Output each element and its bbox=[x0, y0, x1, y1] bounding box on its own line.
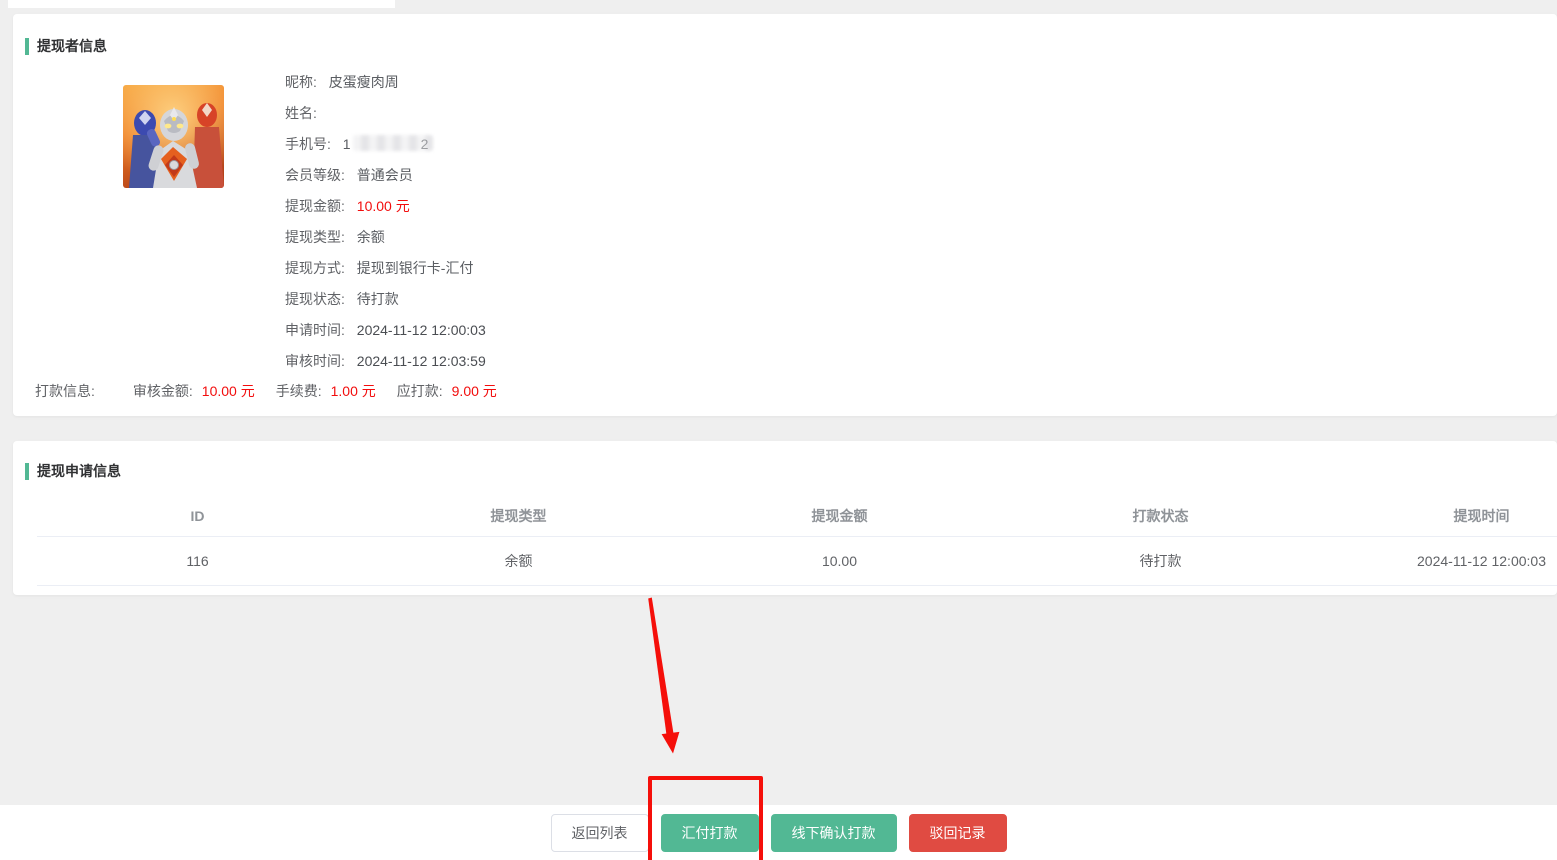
field-withdraw-amount: 提现金额: 10.00 元 bbox=[285, 191, 486, 222]
table-row: 116 余额 10.00 待打款 2024-11-12 12:00:03 bbox=[37, 537, 1557, 586]
withdraw-application-table: ID 提现类型 提现金额 打款状态 提现时间 116 余额 10.00 待打款 … bbox=[37, 495, 1557, 586]
col-header-status: 打款状态 bbox=[1000, 495, 1321, 536]
top-edge-strip bbox=[8, 0, 395, 8]
section-marker-bar bbox=[25, 463, 29, 480]
footer-action-bar: 返回列表 汇付打款 线下确认打款 驳回记录 bbox=[0, 805, 1557, 860]
section-title: 提现者信息 bbox=[37, 36, 107, 56]
cell-time: 2024-11-12 12:00:03 bbox=[1321, 537, 1557, 585]
section-title: 提现申请信息 bbox=[37, 461, 121, 481]
field-withdraw-status: 提现状态: 待打款 bbox=[285, 284, 486, 315]
section-marker-bar bbox=[25, 38, 29, 55]
cell-type: 余额 bbox=[358, 537, 679, 585]
field-member-level: 会员等级: 普通会员 bbox=[285, 160, 486, 191]
payment-info-row: 打款信息: 审核金额:10.00 元 手续费:1.00 元 应打款:9.00 元 bbox=[35, 376, 518, 407]
col-header-amount: 提现金额 bbox=[679, 495, 1000, 536]
col-header-id: ID bbox=[37, 495, 358, 536]
back-to-list-button[interactable]: 返回列表 bbox=[551, 814, 649, 852]
cell-id: 116 bbox=[37, 537, 358, 585]
col-header-type: 提现类型 bbox=[358, 495, 679, 536]
reject-record-button[interactable]: 驳回记录 bbox=[909, 814, 1007, 852]
payment-info-label: 打款信息: bbox=[35, 376, 95, 407]
field-apply-time: 申请时间: 2024-11-12 12:00:03 bbox=[285, 315, 486, 346]
field-nickname: 昵称: 皮蛋瘦肉周 bbox=[285, 67, 486, 98]
table-header-row: ID 提现类型 提现金额 打款状态 提现时间 bbox=[37, 495, 1557, 537]
fee-amount: 手续费:1.00 元 bbox=[276, 376, 376, 407]
field-withdraw-type: 提现类型: 余额 bbox=[285, 222, 486, 253]
offline-confirm-pay-button[interactable]: 线下确认打款 bbox=[771, 814, 897, 852]
field-phone: 手机号: 12 bbox=[285, 129, 486, 160]
huifu-pay-button[interactable]: 汇付打款 bbox=[661, 814, 759, 852]
section-header: 提现申请信息 bbox=[25, 461, 121, 481]
phone-last-digit: 2 bbox=[421, 136, 429, 152]
withdraw-application-card: 提现申请信息 ID 提现类型 提现金额 打款状态 提现时间 116 余额 10.… bbox=[13, 441, 1557, 595]
audit-amount: 审核金额:10.00 元 bbox=[133, 376, 255, 407]
payable-amount: 应打款:9.00 元 bbox=[397, 376, 497, 407]
withdrawer-fields: 昵称: 皮蛋瘦肉周 姓名: 手机号: 12 会员等级: 普通会员 提现金额: 1… bbox=[285, 67, 486, 377]
phone-first-digit: 1 bbox=[343, 136, 351, 152]
user-avatar bbox=[123, 85, 224, 188]
col-header-time: 提现时间 bbox=[1321, 495, 1557, 536]
field-name: 姓名: bbox=[285, 98, 486, 129]
cell-status: 待打款 bbox=[1000, 537, 1321, 585]
cell-amount: 10.00 bbox=[679, 537, 1000, 585]
field-withdraw-method: 提现方式: 提现到银行卡-汇付 bbox=[285, 253, 486, 284]
field-review-time: 审核时间: 2024-11-12 12:03:59 bbox=[285, 346, 486, 377]
section-header: 提现者信息 bbox=[25, 36, 107, 56]
withdrawer-info-card: 提现者信息 bbox=[13, 14, 1557, 416]
